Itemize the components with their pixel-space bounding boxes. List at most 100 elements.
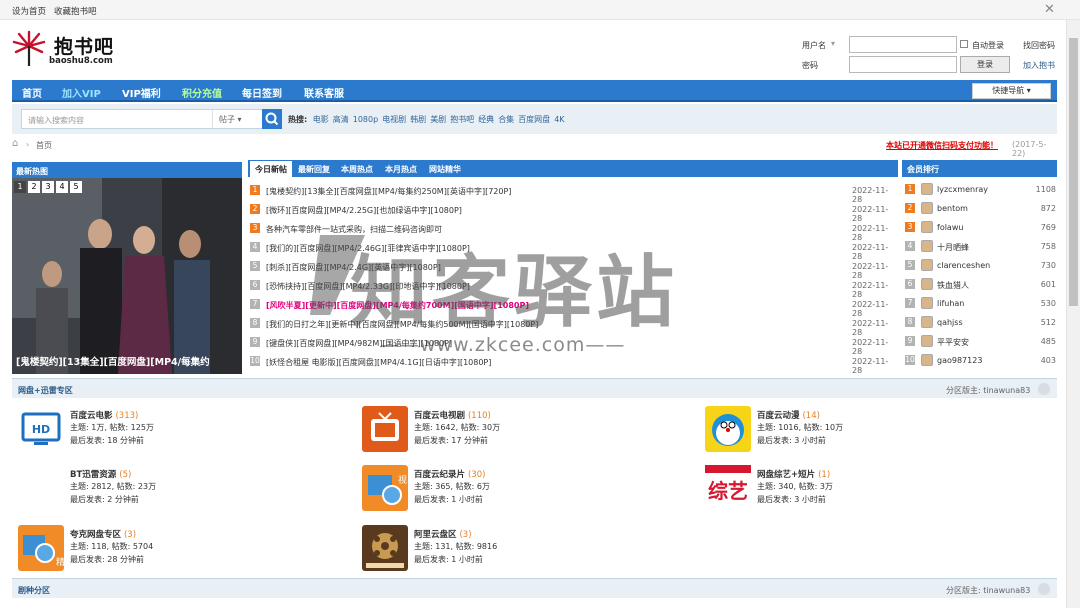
password-input[interactable] (849, 56, 957, 73)
forum-name[interactable]: 网盘综艺+短片 (1) (757, 468, 830, 480)
forum-item[interactable]: 综艺 网盘综艺+短片 (1) 主题: 340, 帖数: 3万 最后发表: 3 小时前 (705, 465, 1035, 515)
slide-image[interactable] (12, 178, 242, 374)
forum-item[interactable]: 阿里云盘区 (3) 主题: 131, 帖数: 9816 最后发表: 1 小时前 (362, 525, 692, 575)
set-home-link[interactable]: 设为首页 (12, 7, 46, 17)
forum-name[interactable]: 阿里云盘区 (3) (414, 528, 472, 540)
news-row[interactable]: 9 [键盘侠][百度网盘][MP4/982M][国语中字][1080P] 2022-… (248, 334, 898, 356)
hot-search-item[interactable]: 4K (554, 115, 564, 124)
search-type-select[interactable]: 帖子 ▾ (212, 110, 266, 128)
hot-search-item[interactable]: 美剧 (430, 115, 446, 124)
forum-item[interactable]: 视百度云纪录片 (30) 主题: 365, 帖数: 6万 最后发表: 1 小时前 (362, 465, 692, 515)
member-rank-row[interactable]: 5 clarenceshen 730 (902, 256, 1057, 275)
documentary-icon[interactable]: 视 (362, 465, 408, 511)
news-row[interactable]: 3 各种汽车零部件一站式采购，扫描二维码咨询即可 2022-11-28 (248, 220, 898, 242)
member-rank-row[interactable]: 1 lyzcxmenray 1108 (902, 180, 1057, 199)
news-title[interactable]: [刺杀][百度网盘][MP4/2.4G][英语中字][1080P] (266, 262, 441, 273)
site-logo[interactable]: 抱书吧 baoshu8.com (12, 30, 132, 70)
news-row[interactable]: 2 [微环][百度网盘][MP4/2.25G][也加绿语中字][1080P] 202… (248, 201, 898, 223)
collapse-icon[interactable] (1038, 583, 1050, 595)
home-icon[interactable]: ⌂ (12, 138, 18, 149)
member-rank-row[interactable]: 4 十月晒蜂 758 (902, 237, 1057, 256)
slide-page-3[interactable]: 3 (42, 181, 54, 193)
forum-name[interactable]: 夸克网盘专区 (3) (70, 528, 136, 540)
forum-item[interactable]: BT迅雷资源 (5) 主题: 2812, 帖数: 23万 最后发表: 2 分钟前 (18, 465, 348, 515)
member-rank-row[interactable]: 2 bentom 872 (902, 199, 1057, 218)
section-header-genre[interactable]: 剧种分区 分区版主: tinawuna83 (12, 578, 1057, 598)
hot-search-item[interactable]: 经典 (478, 115, 494, 124)
search-button[interactable] (262, 109, 282, 129)
avatar[interactable] (921, 354, 933, 366)
news-title[interactable]: [我们的][百度网盘][MP4/2.46G][菲律宾语中字][1080P] (266, 243, 470, 254)
hot-image-slider[interactable]: 最新热图 12345 [鬼楼契约][13集全][百度网盘][MP4/每集约 (12, 162, 242, 374)
member-rank-row[interactable]: 6 铁血猎人 601 (902, 275, 1057, 294)
slide-page-4[interactable]: 4 (56, 181, 68, 193)
tab-site-best[interactable]: 网站精华 (429, 164, 461, 175)
news-title[interactable]: [我们的日打之年][更新中][百度网盘][MP4/每集约500M][国语中字][… (266, 319, 538, 330)
tab-latest-reply[interactable]: 最新回复 (298, 164, 330, 175)
news-row[interactable]: 8 [我们的日打之年][更新中][百度网盘][MP4/每集约500M][国语中字]… (248, 315, 898, 337)
news-row[interactable]: 6 [恐怖挟持][百度网盘][MP4/2.33G][印地语中字][1080P] 20… (248, 277, 898, 299)
hot-search-item[interactable]: 韩剧 (410, 115, 426, 124)
quark-icon[interactable]: 精 (18, 525, 65, 571)
slide-page-1[interactable]: 1 (14, 181, 26, 193)
member-name[interactable]: lyzcxmenray (937, 185, 988, 194)
bookmark-link[interactable]: 收藏抱书吧 (54, 7, 97, 17)
username-input[interactable] (849, 36, 957, 53)
forum-item[interactable]: HD 百度云电影 (313) 主题: 1万, 帖数: 125万 最后发表: 18 分钟… (18, 406, 348, 456)
hot-search-item[interactable]: 电视剧 (382, 115, 406, 124)
film-reel-icon[interactable] (362, 525, 408, 571)
news-row[interactable]: 5 [刺杀][百度网盘][MP4/2.4G][英语中字][1080P] 2022-1… (248, 258, 898, 280)
news-title[interactable]: [鬼楼契约][13集全][百度网盘][MP4/每集约250M][英语中字][72… (266, 186, 511, 197)
forum-item[interactable]: 精 夸克网盘专区 (3) 主题: 118, 帖数: 5704 最后发表: 28 分钟前 (18, 525, 348, 575)
variety-icon[interactable]: 综艺 (705, 465, 751, 511)
member-rank-row[interactable]: 7 lifuhan 530 (902, 294, 1057, 313)
tab-today-new[interactable]: 今日新帖 (250, 161, 292, 177)
member-name[interactable]: lifuhan (937, 299, 964, 308)
news-title[interactable]: [微环][百度网盘][MP4/2.25G][也加绿语中字][1080P] (266, 205, 462, 216)
section-header-netdisk[interactable]: 网盘+迅雷专区 分区版主: tinawuna83 (12, 378, 1057, 398)
breadcrumb-home[interactable]: 首页 (36, 140, 52, 151)
member-rank-row[interactable]: 9 平平安安 485 (902, 332, 1057, 351)
avatar[interactable] (921, 316, 933, 328)
section-title[interactable]: 剧种分区 (18, 585, 50, 596)
nav-join-vip[interactable]: 加入VIP (62, 85, 101, 100)
news-title[interactable]: [恐怖挟持][百度网盘][MP4/2.33G][印地语中字][1080P] (266, 281, 470, 292)
member-name[interactable]: bentom (937, 204, 968, 213)
slide-page-5[interactable]: 5 (70, 181, 82, 193)
nav-home[interactable]: 首页 (22, 85, 42, 100)
news-title[interactable]: 各种汽车零部件一站式采购，扫描二维码咨询即可 (266, 224, 442, 235)
news-title[interactable]: [键盘侠][百度网盘][MP4/982M][国语中字][1080P] (266, 338, 452, 349)
news-row[interactable]: 4 [我们的][百度网盘][MP4/2.46G][菲律宾语中字][1080P] 20… (248, 239, 898, 261)
news-row[interactable]: 1 [鬼楼契约][13集全][百度网盘][MP4/每集约250M][英语中字][7… (248, 182, 898, 204)
avatar[interactable] (921, 335, 933, 347)
hot-search-item[interactable]: 电影 (313, 115, 329, 124)
avatar[interactable] (921, 221, 933, 233)
slide-page-2[interactable]: 2 (28, 181, 40, 193)
member-name[interactable]: 铁血猎人 (937, 280, 969, 291)
slide-caption[interactable]: [鬼楼契约][13集全][百度网盘][MP4/每集约 (16, 354, 242, 368)
news-title[interactable]: [风吹半夏][更新中][百度网盘][MP4/每集约700M][国语中字][108… (266, 300, 529, 311)
nav-contact-service[interactable]: 联系客服 (304, 85, 344, 100)
tab-week-hot[interactable]: 本周热点 (341, 164, 373, 175)
scrollbar[interactable] (1066, 20, 1080, 608)
avatar[interactable] (921, 259, 933, 271)
wechat-pay-notice[interactable]: 本站已开通微信扫码支付功能！ (886, 140, 998, 151)
hot-search-item[interactable]: 1080p (353, 115, 378, 124)
avatar[interactable] (921, 183, 933, 195)
news-title[interactable]: [妖怪合租屋 电影版][百度网盘][MP4/4.1G][日语中字][1080P] (266, 357, 491, 368)
avatar[interactable] (921, 278, 933, 290)
forum-name[interactable]: 百度云动漫 (14) (757, 409, 820, 421)
member-name[interactable]: 平平安安 (937, 337, 969, 348)
forum-name[interactable]: 百度云电视剧 (110) (414, 409, 491, 421)
member-rank-row[interactable]: 8 qahjss 512 (902, 313, 1057, 332)
member-name[interactable]: qahjss (937, 318, 963, 327)
avatar[interactable] (921, 240, 933, 252)
forum-name[interactable]: BT迅雷资源 (5) (70, 468, 131, 480)
member-rank-row[interactable]: 3 folawu 769 (902, 218, 1057, 237)
news-row[interactable]: 10 [妖怪合租屋 电影版][百度网盘][MP4/4.1G][日语中字][1080… (248, 353, 898, 375)
forum-item[interactable]: 百度云动漫 (14) 主题: 1016, 帖数: 10万 最后发表: 3 小时前 (705, 406, 1035, 456)
tv-icon[interactable] (362, 406, 408, 452)
hd-tv-icon[interactable]: HD (18, 406, 64, 452)
member-name[interactable]: clarenceshen (937, 261, 990, 270)
find-password-link[interactable]: 找回密码 (1023, 40, 1055, 51)
